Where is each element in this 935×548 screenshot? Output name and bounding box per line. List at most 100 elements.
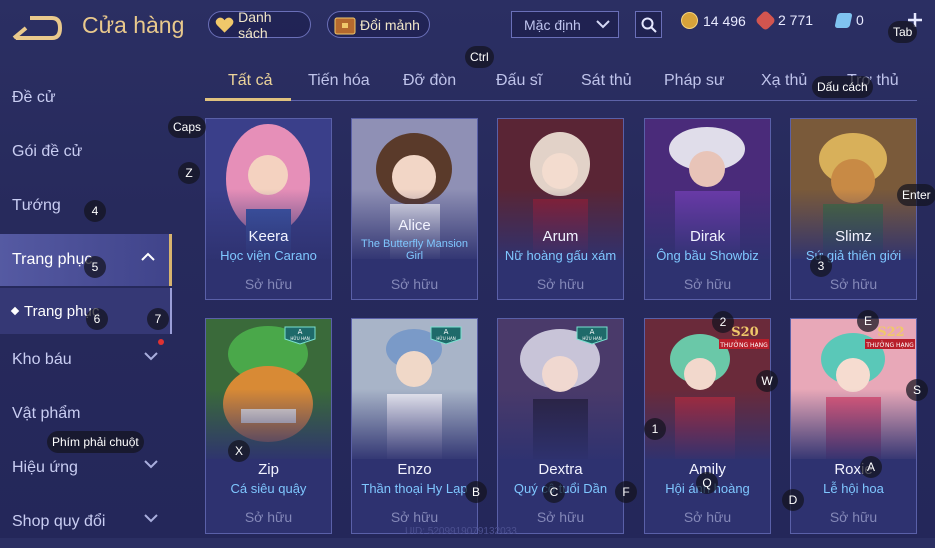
bullet-icon [10, 306, 20, 316]
hero-name: Keera [248, 228, 289, 245]
key-hint-e: E [857, 310, 879, 332]
gold-value: 14 496 [703, 12, 746, 29]
exchange-button-label: Đổi mảnh [360, 16, 420, 33]
key-hint-d: D [782, 489, 804, 511]
sidebar-item-exchange-shop[interactable]: Shop quy đổi [0, 496, 172, 548]
chest-icon [334, 17, 356, 34]
hero-name: Dirak [689, 228, 725, 245]
ticket-icon [834, 12, 853, 28]
list-button[interactable]: Danh sách [208, 8, 311, 41]
owned-status: Sở hữu [829, 276, 878, 292]
sidebar-subitem-skins[interactable]: Trang phục [0, 288, 172, 334]
sidebar-item-label: Kho báu [12, 351, 72, 368]
skin-name: Nữ hoàng gấu xám [504, 248, 617, 263]
svg-text:S20: S20 [731, 325, 758, 340]
active-tab-underline [205, 98, 291, 101]
key-hint-4: 4 [84, 200, 106, 222]
search-icon [641, 17, 657, 33]
chevron-down-icon [144, 460, 158, 469]
chevron-up-icon [141, 252, 155, 261]
hero-name: Zip [258, 461, 279, 478]
sort-dropdown[interactable]: Mặc định [511, 11, 619, 38]
hero-name: Alice [398, 217, 431, 234]
sidebar: Đề cử Gói đề cử Tướng Trang phục Trang p… [0, 62, 172, 538]
limited-badge: A HỮU HẠN [576, 326, 608, 345]
skin-card-alice[interactable]: Alice The Butterfly Mansion Girl Sở hữu [351, 118, 478, 300]
owned-status: Sở hữu [244, 276, 293, 292]
skin-card-roxie[interactable]: S22 THƯỞNG HẠNG Roxie Lễ hội hoa Sở hữu [790, 318, 917, 534]
tab-marksman[interactable]: Xạ thủ [761, 72, 807, 90]
key-hint-2: 2 [712, 311, 734, 333]
skin-card-zip[interactable]: A HỮU HẠN Zip Cá siêu quậy Sở hữu [205, 318, 332, 534]
ticket-currency: 0 [834, 12, 864, 28]
user-id: UID: 5209919079132033 [405, 526, 517, 537]
list-button-label: Danh sách [238, 8, 272, 41]
card-fade [352, 389, 477, 459]
key-hint-w: W [756, 370, 778, 392]
key-hint-1: 1 [644, 418, 666, 440]
tab-tank[interactable]: Đỡ đòn [403, 72, 456, 90]
tab-all[interactable]: Tất cả [228, 72, 272, 90]
skin-card-keera[interactable]: Keera Học viện Carano Sở hữu [205, 118, 332, 300]
hero-name: Dextra [538, 461, 583, 478]
card-fade [498, 389, 623, 459]
key-hint-6: 6 [86, 308, 108, 330]
key-hint-c: C [543, 481, 565, 503]
hero-name: Roxie [834, 461, 873, 478]
hero-name: Arum [542, 228, 579, 245]
key-hint-ctrl: Ctrl [465, 46, 494, 68]
tab-assassin[interactable]: Sát thủ [581, 72, 632, 90]
tab-fighter[interactable]: Đấu sĩ [496, 72, 542, 90]
tab-evolution[interactable]: Tiến hóa [308, 72, 370, 90]
svg-text:HỮU HẠN: HỮU HẠN [436, 336, 455, 341]
tab-mage[interactable]: Pháp sư [664, 72, 725, 90]
sidebar-item-label: Gói đề cử [12, 143, 83, 160]
owned-status: Sở hữu [683, 509, 732, 525]
card-fade [791, 389, 916, 459]
sidebar-item-recommended[interactable]: Đề cử [0, 72, 172, 124]
skin-card-dextra[interactable]: A HỮU HẠN Dextra Quý cô tuổi Dần Sở hữu [497, 318, 624, 534]
owned-status: Sở hữu [829, 509, 878, 525]
exchange-button[interactable]: Đổi mảnh [327, 11, 430, 38]
key-hint-enter: Enter [897, 184, 935, 206]
sidebar-item-label: Trang phục [12, 251, 93, 268]
svg-text:A: A [590, 328, 595, 336]
skin-card-enzo[interactable]: A HỮU HẠN Enzo Thần thoại Hy Lạp Sở hữu [351, 318, 478, 534]
voucher-value: 2 771 [778, 12, 814, 28]
skin-card-dirak[interactable]: Dirak Ông bầu Showbiz Sở hữu [644, 118, 771, 300]
key-hint-7: 7 [147, 308, 169, 330]
owned-status: Sở hữu [683, 276, 732, 292]
sidebar-item-treasure[interactable]: Kho báu [0, 334, 172, 386]
svg-text:S22: S22 [877, 325, 904, 340]
sidebar-item-label: Tướng [12, 197, 61, 214]
hero-name: Enzo [397, 461, 432, 478]
key-hint-z: Z [178, 162, 200, 184]
owned-status: Sở hữu [536, 276, 585, 292]
svg-text:HỮU HẠN: HỮU HẠN [290, 336, 309, 341]
key-hint-q: Q [696, 472, 718, 494]
owned-status: Sở hữu [244, 509, 293, 525]
key-hint-a: A [860, 456, 882, 478]
skin-card-arum[interactable]: Arum Nữ hoàng gấu xám Sở hữu [497, 118, 624, 300]
key-hint-right-click: Phím phải chuột [47, 431, 144, 453]
voucher-currency: 2 771 [754, 9, 814, 31]
skin-name: Thần thoại Hy Lạp [361, 481, 468, 496]
owned-status: Sở hữu [390, 509, 439, 525]
gold-coin-icon [681, 12, 698, 29]
search-button[interactable] [635, 11, 662, 38]
sidebar-item-label: Shop quy đổi [12, 513, 106, 530]
voucher-icon [754, 9, 777, 31]
sidebar-item-recommended-packs[interactable]: Gói đề cử [0, 126, 172, 178]
gold-currency: 14 496 [681, 12, 746, 29]
skin-name: Cá siêu quậy [230, 481, 307, 496]
back-arrow-icon[interactable] [12, 14, 62, 42]
svg-text:THƯỞNG HẠNG: THƯỞNG HẠNG [865, 341, 914, 349]
card-fade [206, 389, 331, 459]
skin-card-slimz[interactable]: Slimz Sứ giả thiên giới Sở hữu [790, 118, 917, 300]
skin-name: Sứ giả thiên giới [805, 248, 902, 263]
limited-badge: A HỮU HẠN [430, 326, 462, 345]
key-hint-b: B [465, 481, 487, 503]
chevron-down-icon [144, 352, 158, 361]
key-hint-caps: Caps [168, 116, 207, 138]
key-hint-tab: Tab [888, 21, 918, 43]
